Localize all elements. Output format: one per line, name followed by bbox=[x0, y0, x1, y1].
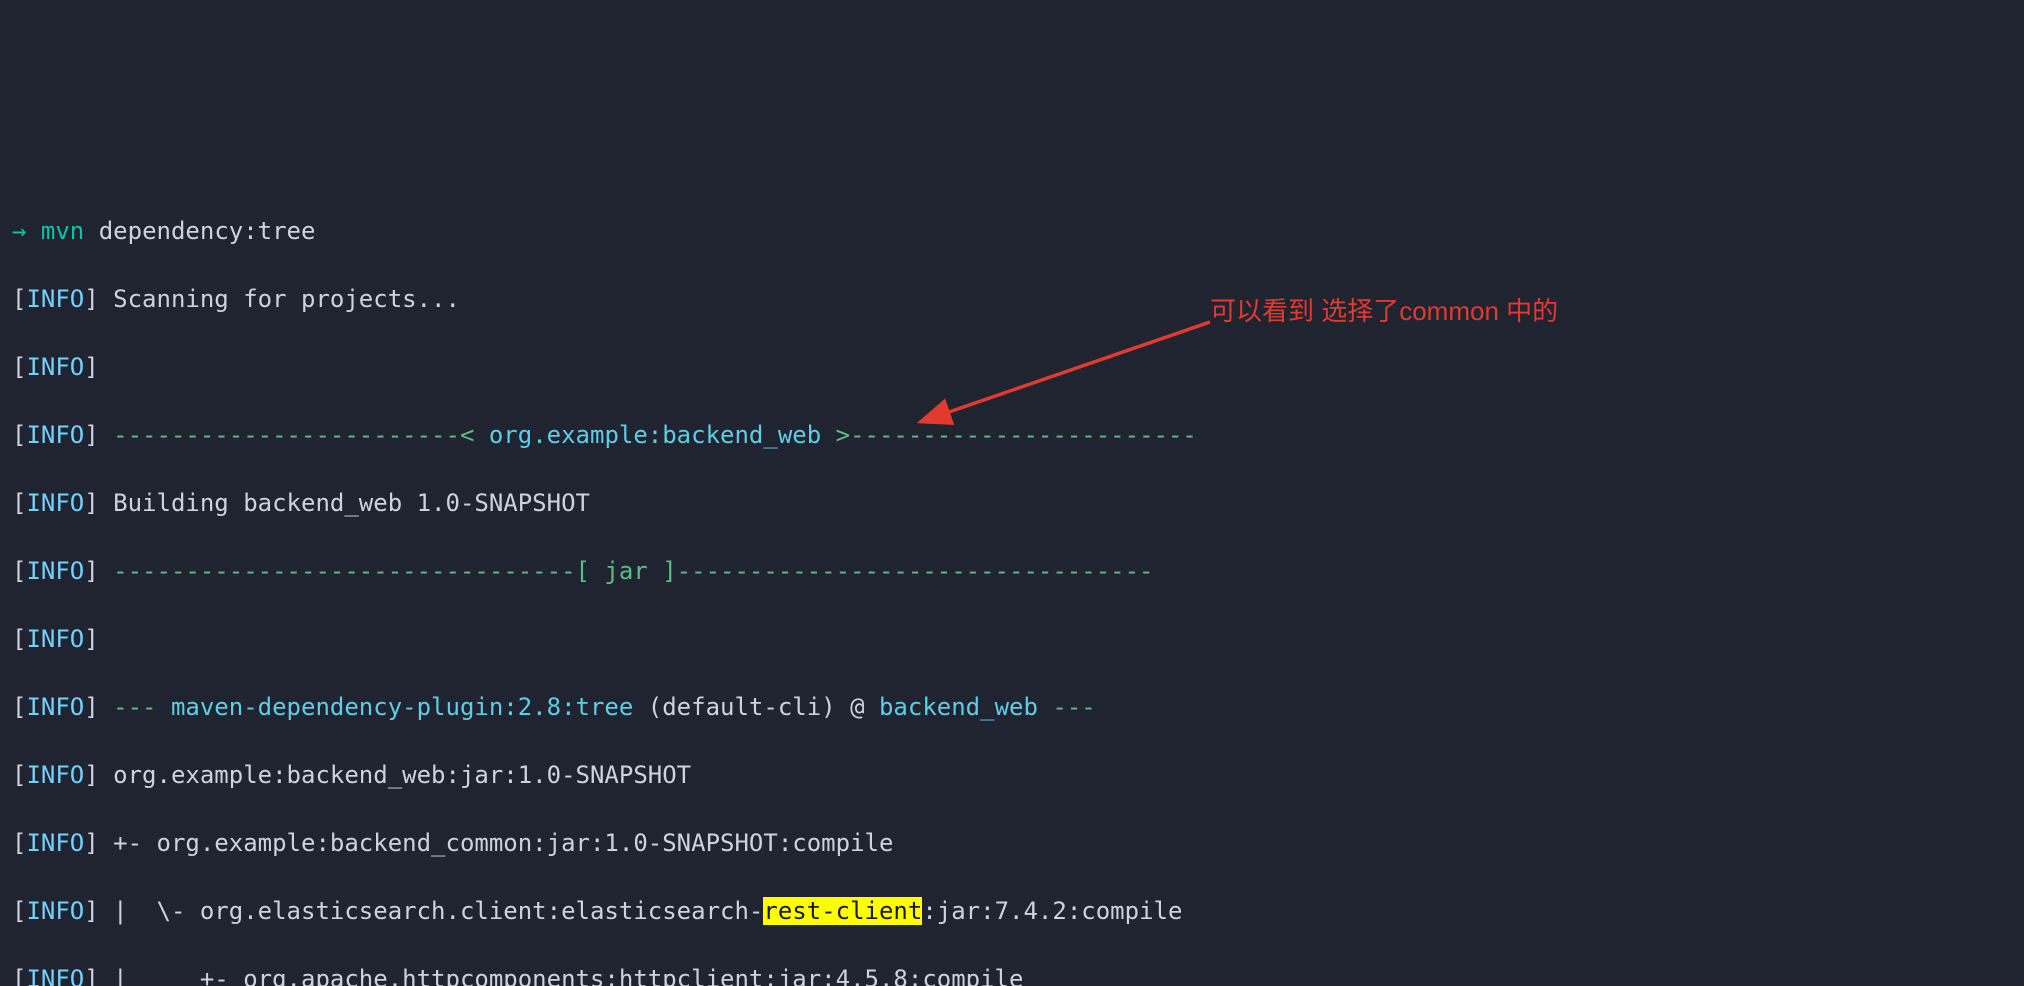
info-level: INFO bbox=[26, 897, 84, 925]
divider-pre: ------------------------< bbox=[113, 421, 489, 449]
info-level: INFO bbox=[26, 965, 84, 986]
log-line: [INFO] +- org.example:backend_common:jar… bbox=[12, 826, 2012, 860]
log-line: [INFO] | +- org.apache.httpcomponents:ht… bbox=[12, 962, 2012, 986]
info-level: INFO bbox=[26, 285, 84, 313]
plugin-mid: (default-cli) @ bbox=[633, 693, 879, 721]
info-level: INFO bbox=[26, 829, 84, 857]
log-line: [INFO] bbox=[12, 622, 2012, 656]
plugin-target: backend_web bbox=[879, 693, 1038, 721]
log-line: [INFO] --- maven-dependency-plugin:2.8:t… bbox=[12, 690, 2012, 724]
plugin-pre: --- bbox=[113, 693, 171, 721]
dep-es-pre: | \- org.elasticsearch.client:elasticsea… bbox=[113, 897, 763, 925]
log-line: [INFO] org.example:backend_web:jar:1.0-S… bbox=[12, 758, 2012, 792]
dep-root: org.example:backend_web:jar:1.0-SNAPSHOT bbox=[113, 761, 691, 789]
log-line: [INFO] | \- org.elasticsearch.client:ela… bbox=[12, 894, 2012, 928]
log-line: [INFO] ------------------------< org.exa… bbox=[12, 418, 2012, 452]
log-line: [INFO] Building backend_web 1.0-SNAPSHOT bbox=[12, 486, 2012, 520]
info-level: INFO bbox=[26, 353, 84, 381]
divider-post: >------------------------ bbox=[821, 421, 1197, 449]
info-level: INFO bbox=[26, 761, 84, 789]
plugin-post: --- bbox=[1038, 693, 1096, 721]
highlighted-rest-client: rest-client bbox=[763, 897, 922, 925]
log-line: [INFO] Scanning for projects... bbox=[12, 282, 2012, 316]
prompt-arrow-icon: → bbox=[12, 217, 26, 245]
info-level: INFO bbox=[26, 489, 84, 517]
terminal-output[interactable]: → mvn dependency:tree [INFO] Scanning fo… bbox=[0, 170, 2024, 986]
command-mvn: mvn bbox=[41, 217, 84, 245]
info-level: INFO bbox=[26, 421, 84, 449]
jar-divider: --------------------------------[ jar ]-… bbox=[113, 557, 1153, 585]
log-line: [INFO] bbox=[12, 350, 2012, 384]
command-args: dependency:tree bbox=[99, 217, 316, 245]
info-level: INFO bbox=[26, 625, 84, 653]
dep-es-post: :jar:7.4.2:compile bbox=[922, 897, 1182, 925]
dep-common: +- org.example:backend_common:jar:1.0-SN… bbox=[113, 829, 893, 857]
plugin-name: maven-dependency-plugin:2.8:tree bbox=[171, 693, 633, 721]
info-level: INFO bbox=[26, 693, 84, 721]
building-line: Building backend_web 1.0-SNAPSHOT bbox=[113, 489, 590, 517]
info-level: INFO bbox=[26, 557, 84, 585]
log-line: [INFO] --------------------------------[… bbox=[12, 554, 2012, 588]
command-line: → mvn dependency:tree bbox=[12, 214, 2012, 248]
log-scanning: Scanning for projects... bbox=[113, 285, 460, 313]
dep-httpclient: | +- org.apache.httpcomponents:httpclien… bbox=[113, 965, 1023, 986]
artifact-id: org.example:backend_web bbox=[489, 421, 821, 449]
